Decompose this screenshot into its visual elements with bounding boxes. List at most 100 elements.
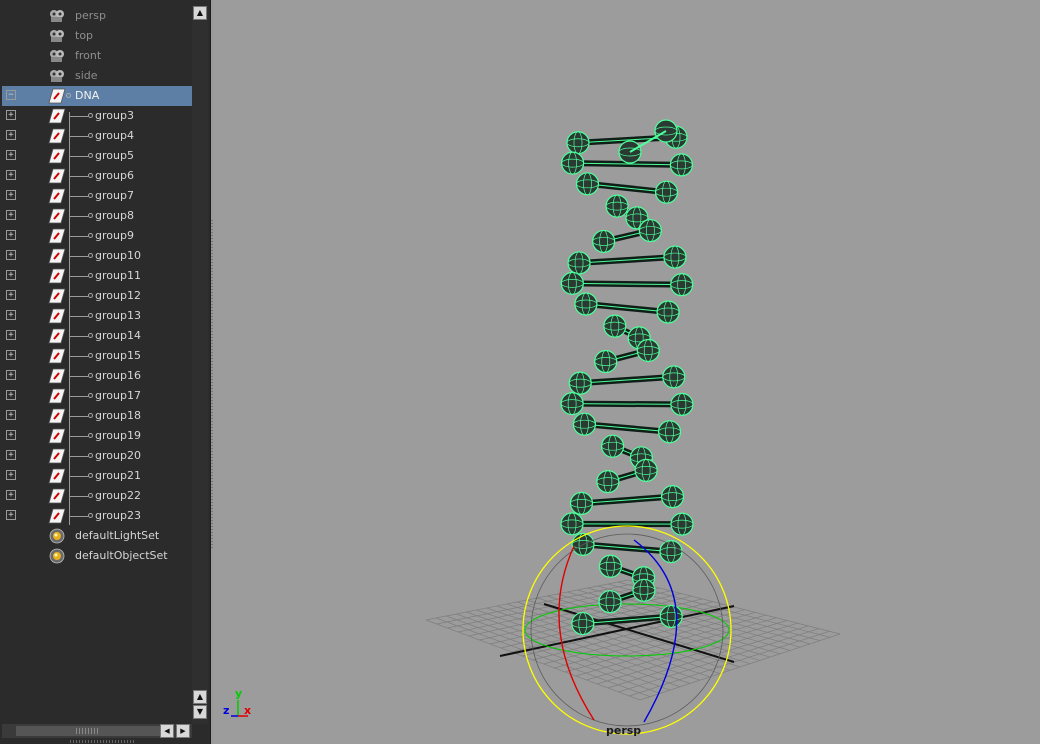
- tree-node-dot: [88, 353, 93, 358]
- nucleotide-sphere: [560, 512, 584, 536]
- outliner-item-label: group21: [95, 469, 141, 482]
- outliner-item-group22[interactable]: + group22: [2, 486, 192, 506]
- outliner-item-side[interactable]: side: [2, 66, 192, 86]
- outliner-item-group8[interactable]: + group8: [2, 206, 192, 226]
- outliner-item-group17[interactable]: + group17: [2, 386, 192, 406]
- expand-button[interactable]: +: [6, 150, 16, 160]
- collapse-button[interactable]: −: [6, 90, 16, 100]
- expand-button[interactable]: +: [6, 390, 16, 400]
- expand-button[interactable]: +: [6, 170, 16, 180]
- expand-button[interactable]: +: [6, 270, 16, 280]
- outliner-item-label: group12: [95, 289, 141, 302]
- expand-button[interactable]: +: [6, 250, 16, 260]
- outliner-item-front[interactable]: front: [2, 46, 192, 66]
- outliner-item-group3[interactable]: + group3: [2, 106, 192, 126]
- tree-node-dot: [88, 173, 93, 178]
- outliner-item-group21[interactable]: + group21: [2, 466, 192, 486]
- nucleotide-sphere: [592, 229, 616, 254]
- expand-button[interactable]: +: [6, 430, 16, 440]
- outliner-item-label: group6: [95, 169, 134, 182]
- persp-viewport[interactable]: y x z persp: [214, 0, 1040, 744]
- outliner-item-group14[interactable]: + group14: [2, 326, 192, 346]
- outliner-item-group16[interactable]: + group16: [2, 366, 192, 386]
- horizontal-scrollbar[interactable]: ◀ ▶: [2, 724, 192, 738]
- outliner-item-dna[interactable]: − DNA: [2, 86, 192, 106]
- outliner-item-group9[interactable]: + group9: [2, 226, 192, 246]
- outliner-item-group23[interactable]: + group23: [2, 506, 192, 526]
- outliner-item-label: group4: [95, 129, 134, 142]
- outliner-item-group11[interactable]: + group11: [2, 266, 192, 286]
- nucleotide-sphere: [601, 434, 625, 458]
- set-icon: [49, 548, 65, 564]
- panel-splitter-handle[interactable]: [211, 220, 213, 550]
- outliner-item-persp[interactable]: persp: [2, 6, 192, 26]
- nucleotide-sphere: [594, 349, 618, 374]
- outliner-item-default-object-set[interactable]: defaultObjectSet: [2, 546, 192, 566]
- outliner-item-label: group18: [95, 409, 141, 422]
- tree-connector: [70, 416, 88, 417]
- outliner-item-group20[interactable]: + group20: [2, 446, 192, 466]
- expand-button[interactable]: +: [6, 450, 16, 460]
- expand-button[interactable]: +: [6, 470, 16, 480]
- outliner-item-group7[interactable]: + group7: [2, 186, 192, 206]
- nucleotide-sphere: [654, 180, 679, 204]
- tree-connector: [70, 176, 88, 177]
- transform-icon: [48, 88, 66, 104]
- outliner-item-label: defaultObjectSet: [75, 549, 168, 562]
- outliner-item-group12[interactable]: + group12: [2, 286, 192, 306]
- outliner-item-label: group14: [95, 329, 141, 342]
- outliner-item-group19[interactable]: + group19: [2, 426, 192, 446]
- dna-helix-model[interactable]: [560, 119, 694, 636]
- transform-icon: [48, 228, 66, 244]
- tree-node-dot: [88, 313, 93, 318]
- panel-resize-grip[interactable]: [70, 740, 136, 743]
- expand-button[interactable]: +: [6, 490, 16, 500]
- scroll-up-button[interactable]: ▲: [193, 6, 207, 20]
- expand-button[interactable]: +: [6, 410, 16, 420]
- nucleotide-sphere: [638, 218, 662, 243]
- outliner-item-group18[interactable]: + group18: [2, 406, 192, 426]
- outliner-item-label: defaultLightSet: [75, 529, 160, 542]
- expand-button[interactable]: +: [6, 330, 16, 340]
- outliner-item-group10[interactable]: + group10: [2, 246, 192, 266]
- outliner-item-label: group13: [95, 309, 141, 322]
- scroll-right-button[interactable]: ▶: [176, 724, 190, 738]
- outliner-item-group15[interactable]: + group15: [2, 346, 192, 366]
- camera-icon: [50, 30, 64, 42]
- transform-icon: [48, 148, 66, 164]
- nucleotide-sphere: [634, 458, 658, 482]
- scroll-down-button[interactable]: ▼: [193, 705, 207, 719]
- expand-button[interactable]: +: [6, 370, 16, 380]
- outliner-item-label: DNA: [75, 89, 100, 102]
- outliner-item-default-light-set[interactable]: defaultLightSet: [2, 526, 192, 546]
- outliner-item-group6[interactable]: + group6: [2, 166, 192, 186]
- expand-button[interactable]: +: [6, 190, 16, 200]
- grid-line: [639, 633, 841, 701]
- outliner-item-top[interactable]: top: [2, 26, 192, 46]
- expand-button[interactable]: +: [6, 290, 16, 300]
- outliner-item-label: group15: [95, 349, 141, 362]
- viewport-canvas[interactable]: [214, 0, 1040, 744]
- tree-node-dot: [88, 513, 93, 518]
- expand-button[interactable]: +: [6, 510, 16, 520]
- expand-button[interactable]: +: [6, 350, 16, 360]
- outliner-item-group13[interactable]: + group13: [2, 306, 192, 326]
- transform-icon: [48, 468, 66, 484]
- scroll-grip-handle[interactable]: [76, 728, 100, 734]
- tree-connector: [70, 116, 88, 117]
- expand-button[interactable]: +: [6, 210, 16, 220]
- transform-icon: [48, 288, 66, 304]
- expand-button[interactable]: +: [6, 230, 16, 240]
- scroll-up-button-lower[interactable]: ▲: [193, 690, 207, 704]
- expand-button[interactable]: +: [6, 110, 16, 120]
- tree-node-dot: [88, 233, 93, 238]
- expand-button[interactable]: +: [6, 310, 16, 320]
- outliner-item-label: group20: [95, 449, 141, 462]
- nucleotide-sphere: [632, 578, 656, 602]
- axis-label-y: y: [235, 687, 243, 700]
- scroll-left-button[interactable]: ◀: [160, 724, 174, 738]
- expand-button[interactable]: +: [6, 130, 16, 140]
- vertical-scrollbar[interactable]: ▲ ▲ ▼: [192, 6, 208, 724]
- outliner-item-group4[interactable]: + group4: [2, 126, 192, 146]
- outliner-item-group5[interactable]: + group5: [2, 146, 192, 166]
